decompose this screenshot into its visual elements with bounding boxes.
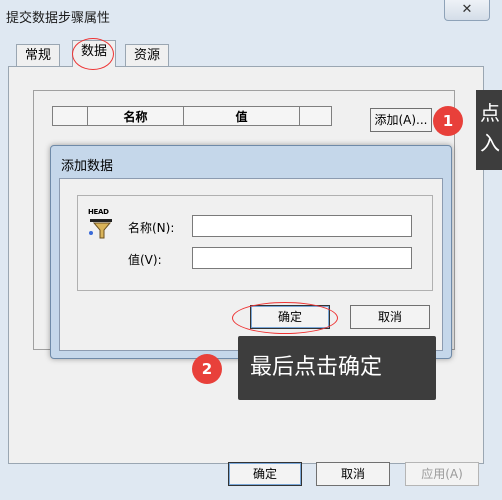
- outer-dialog: 提交数据步骤属性 ✕ 常规 数据 资源 名称 值 添加(A)... 1 点 入 …: [0, 0, 502, 500]
- add-button[interactable]: 添加(A)...: [370, 108, 432, 132]
- cancel-button[interactable]: 取消: [316, 462, 390, 486]
- modal-cancel-button[interactable]: 取消: [350, 305, 430, 329]
- apply-button[interactable]: 应用(A): [405, 462, 479, 486]
- name-label: 名称(N):: [128, 221, 175, 235]
- ok-highlight-circle: [232, 302, 338, 334]
- column-header-extra[interactable]: [300, 106, 332, 126]
- step-tip-1: 点 入: [476, 90, 502, 170]
- column-header-name[interactable]: 名称: [88, 106, 184, 126]
- tab-resources[interactable]: 资源: [125, 44, 170, 66]
- value-input[interactable]: [192, 247, 412, 269]
- step-tip-2: 最后点击确定: [238, 336, 436, 400]
- add-data-dialog-title: 添加数据: [61, 159, 114, 174]
- head-data-icon: HEAD: [88, 208, 112, 239]
- column-header-value[interactable]: 值: [184, 106, 300, 126]
- value-label: 值(V):: [128, 253, 162, 267]
- window-title: 提交数据步骤属性: [6, 11, 111, 26]
- column-header-select[interactable]: [52, 106, 88, 126]
- close-button[interactable]: ✕: [444, 0, 490, 21]
- data-table-header: 名称 值: [52, 106, 332, 126]
- step-badge-2: 2: [192, 354, 222, 384]
- head-icon-label: HEAD: [88, 208, 109, 216]
- ok-button[interactable]: 确定: [228, 462, 302, 486]
- tab-general[interactable]: 常规: [16, 44, 61, 66]
- name-input[interactable]: [192, 215, 412, 237]
- add-data-fieldset: HEAD 名称(N): 值(V):: [77, 195, 433, 291]
- tab-highlight-circle: [72, 38, 114, 70]
- step-badge-1: 1: [433, 106, 463, 136]
